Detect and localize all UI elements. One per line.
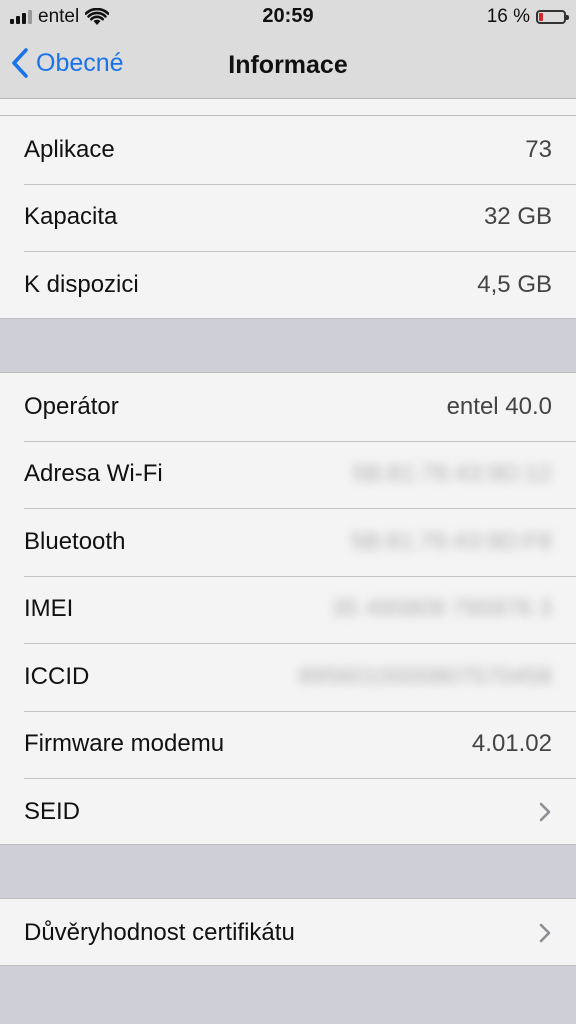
row-value: 4,5 GB <box>477 270 552 298</box>
screen: entel 20:59 16 % Obecné Informace Aplika… <box>0 0 576 1024</box>
network-group: Operátor entel 40.0 Adresa Wi-Fi 5B:81:7… <box>0 372 576 845</box>
list-item-operator: Operátor entel 40.0 <box>0 373 576 441</box>
battery-percent: 16 % <box>486 6 530 27</box>
top-spacer <box>0 99 576 115</box>
row-value: 32 GB <box>483 203 552 231</box>
row-label: Adresa Wi-Fi <box>24 460 163 488</box>
list-item-bluetooth: Bluetooth 5B:81:76:43:9D:F8 <box>0 508 576 576</box>
row-value: 5B:81:76:43:9D:F8 <box>350 527 552 555</box>
chevron-right-icon <box>539 923 551 943</box>
row-label: Bluetooth <box>24 527 126 555</box>
list-item-imei: IMEI 35 495809 795976 3 <box>0 575 576 644</box>
row-label: K dispozici <box>24 270 139 298</box>
row-label: IMEI <box>24 595 74 623</box>
status-bar: entel 20:59 16 % <box>0 0 576 34</box>
list-item-firmware: Firmware modemu 4.01.02 <box>0 710 576 779</box>
row-label: Důvěryhodnost certifikátu <box>24 918 295 946</box>
row-label: SEID <box>24 797 81 825</box>
row-value: 5B:81:76:43:9D:12 <box>351 460 552 488</box>
list-item-iccid: ICCID 8956010000807570458 <box>0 643 576 711</box>
page-title: Informace <box>228 51 348 79</box>
list-item-wifi-address: Adresa Wi-Fi 5B:81:76:43:9D:12 <box>0 440 576 509</box>
list-item-k-dispozici: K dispozici 4,5 GB <box>0 251 576 319</box>
row-label: Aplikace <box>24 135 115 163</box>
row-value: 35 495809 795976 3 <box>331 595 552 623</box>
row-label: ICCID <box>24 662 90 690</box>
list-item-certificate-trust[interactable]: Důvěryhodnost certifikátu <box>0 899 576 967</box>
list-item-seid[interactable]: SEID <box>0 778 576 846</box>
list-item-kapacita: Kapacita 32 GB <box>0 183 576 252</box>
row-value: 4.01.02 <box>471 730 552 758</box>
status-right: 16 % <box>486 6 569 28</box>
storage-group: Aplikace 73 Kapacita 32 GB K dispozici 4… <box>0 115 576 319</box>
row-value: 8956010000807570458 <box>298 662 552 690</box>
row-label: Operátor <box>24 392 119 420</box>
row-value: 73 <box>525 135 552 163</box>
certificate-group: Důvěryhodnost certifikátu <box>0 898 576 966</box>
nav-bar: Obecné Informace <box>0 34 576 99</box>
row-label: Firmware modemu <box>24 730 225 758</box>
row-value: entel 40.0 <box>446 392 552 420</box>
row-label: Kapacita <box>24 203 118 231</box>
list-item-aplikace: Aplikace 73 <box>0 116 576 184</box>
chevron-right-icon <box>539 802 551 822</box>
battery-level <box>539 13 543 21</box>
battery-icon <box>536 10 569 24</box>
